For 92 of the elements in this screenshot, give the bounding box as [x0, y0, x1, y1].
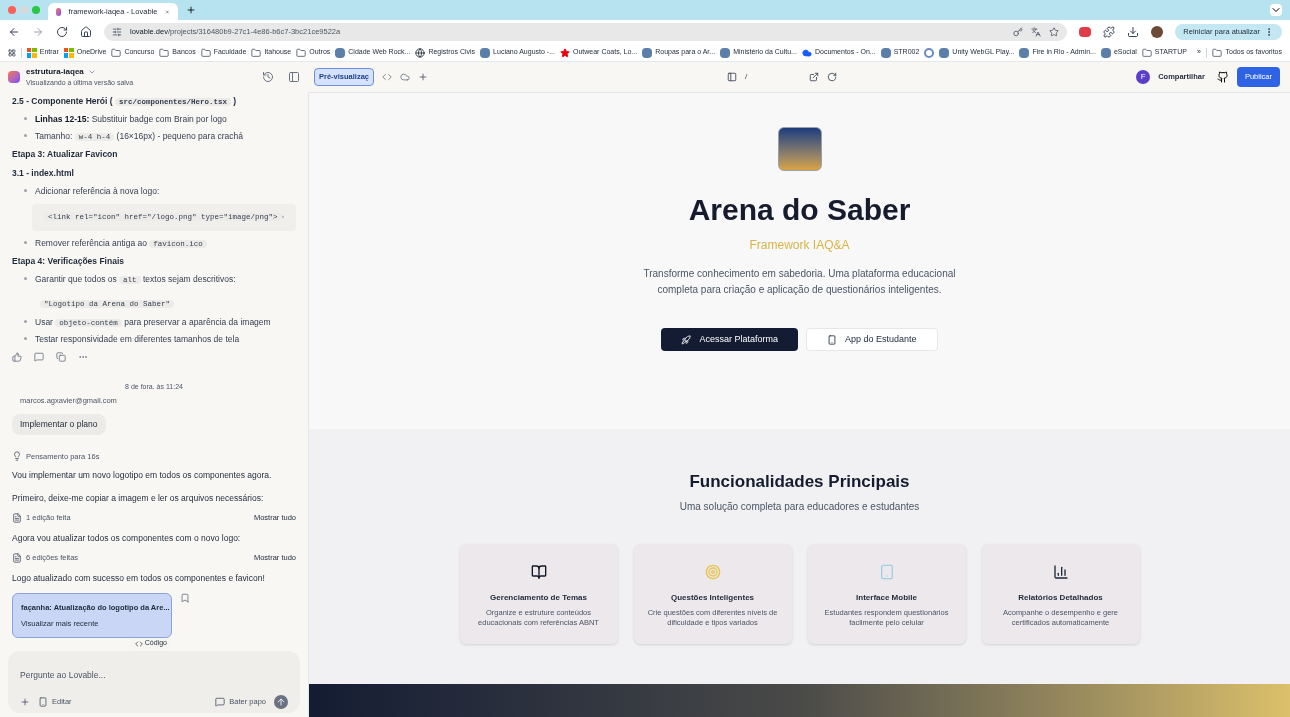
file-icon: [12, 512, 22, 523]
section-heading: Etapa 3: Atualizar Favicon: [12, 148, 119, 162]
hero-description: Transforme conhecimento em sabedoria. Uma plataforma educacional completa para criação e aplicação de questionários inteligentes.: [642, 267, 957, 297]
reload-icon[interactable]: [827, 72, 838, 82]
phone-icon: [827, 334, 837, 345]
bookmark-icon[interactable]: [180, 593, 190, 604]
heart-logo-icon: [56, 7, 61, 16]
panel-icon: [727, 72, 738, 82]
apps-icon[interactable]: [8, 47, 16, 58]
message-text: Vou implementar um novo logotipo em todos os componentes agora.: [12, 468, 273, 482]
profile-avatar[interactable]: [1151, 26, 1164, 38]
section-heading: 3.1 - index.html: [12, 167, 75, 180]
download-icon[interactable]: [1127, 26, 1140, 38]
folder-icon: [111, 47, 122, 58]
cloud-icon: [801, 47, 812, 58]
lightbulb-icon: [12, 451, 22, 462]
section-title: Funcionalidades Principais: [689, 471, 910, 493]
folder-icon: [200, 47, 211, 58]
message-text: Primeiro, deixe-me copiar a imagem e ler os arquivos necessários:: [12, 491, 265, 505]
select-icon: [38, 697, 48, 707]
site-icon: [642, 47, 653, 58]
star-icon[interactable]: [1049, 27, 1060, 37]
folder-icon: [159, 47, 170, 58]
sidebar-toggle-icon[interactable]: [288, 71, 300, 83]
secondary-button[interactable]: App do Estudante: [806, 328, 938, 351]
list-item: Linhas 12-15: Substituir badge com Brain por logo: [35, 113, 227, 126]
tablet-icon: [878, 563, 895, 580]
rocket-icon: [681, 334, 692, 345]
home-icon[interactable]: [80, 26, 92, 38]
add-icon[interactable]: [20, 697, 30, 707]
github-icon[interactable]: [1216, 71, 1229, 83]
site-icon: [1100, 47, 1111, 58]
chat-icon: [215, 697, 226, 707]
list-item: Adicionar referência à nova logo:: [35, 184, 160, 198]
card-title: Interface Mobile: [856, 591, 917, 604]
project-logo-icon: [8, 71, 20, 83]
external-link-icon[interactable]: [809, 72, 820, 82]
globe-icon: [415, 47, 426, 58]
star-icon: [560, 47, 570, 58]
folder-icon: [251, 47, 262, 58]
user-message: Implementar o plano: [12, 413, 106, 435]
code-icon[interactable]: [382, 72, 393, 82]
site-icon: [880, 47, 891, 58]
add-icon[interactable]: [418, 72, 429, 82]
folder-icon: [296, 47, 307, 58]
prompt-input[interactable]: Pergunte ao Lovable...: [20, 669, 288, 682]
site-icon: [480, 47, 491, 58]
site-icon: [939, 47, 950, 58]
hero-title: Arena do Saber: [688, 192, 911, 228]
message-text: Logo atualizado com sucesso em todos os componentes e favicon!: [12, 571, 266, 585]
close-tab-icon[interactable]: [165, 7, 170, 16]
site-icon: [1019, 47, 1030, 58]
new-tab-icon[interactable]: [186, 5, 196, 15]
tab-menu-icon[interactable]: [1270, 4, 1282, 16]
project-name[interactable]: estrutura-iaqea: [26, 65, 84, 78]
translate-icon[interactable]: [1031, 27, 1042, 37]
spiral-icon[interactable]: [924, 47, 935, 58]
card-title: Gerenciamento de Temas: [490, 591, 587, 604]
book-icon: [530, 563, 547, 580]
list-item: Testar responsividade em diferentes tamanhos de tela: [35, 333, 240, 346]
section-subtitle: Uma solução completa para educadores e estudantes: [679, 499, 920, 514]
card-title: Questões Inteligentes: [670, 591, 755, 604]
file-icon: [12, 552, 22, 563]
back-icon[interactable]: [8, 26, 20, 38]
primary-button[interactable]: Acessar Plataforma: [661, 328, 798, 351]
message-text: Agora vou atualizar todos os componentes com o novo logo:: [12, 531, 242, 545]
history-icon[interactable]: [262, 71, 274, 83]
extensions-icon[interactable]: [1103, 26, 1116, 38]
site-icon: [335, 47, 346, 58]
extension-icon[interactable]: [1079, 27, 1092, 37]
reload-icon[interactable]: [56, 26, 68, 38]
bar-chart-icon: [1052, 563, 1069, 580]
send-icon[interactable]: [274, 695, 288, 709]
thumbs-up-icon[interactable]: [12, 352, 22, 362]
hero-tagline: Framework IAQ&A: [749, 237, 850, 254]
card-title: Relatórios Detalhados: [1018, 591, 1103, 604]
logo-picture: [777, 127, 822, 171]
route-bar[interactable]: /: [727, 71, 838, 83]
comment-icon[interactable]: [34, 352, 44, 362]
folder-icon: [1211, 47, 1222, 58]
site-settings-icon[interactable]: [112, 27, 122, 37]
cloud-icon[interactable]: [400, 72, 411, 82]
user-avatar[interactable]: F: [1136, 70, 1151, 84]
tiles-icon: [63, 47, 74, 58]
code-icon: [134, 639, 143, 648]
target-icon: [704, 563, 721, 580]
tiles-icon: [26, 47, 37, 58]
site-icon: [720, 47, 731, 58]
section-heading: Etapa 4: Verificações Finais: [12, 255, 125, 268]
key-icon[interactable]: [1013, 27, 1024, 37]
route-path: /: [745, 71, 748, 83]
folder-icon: [1141, 47, 1152, 58]
